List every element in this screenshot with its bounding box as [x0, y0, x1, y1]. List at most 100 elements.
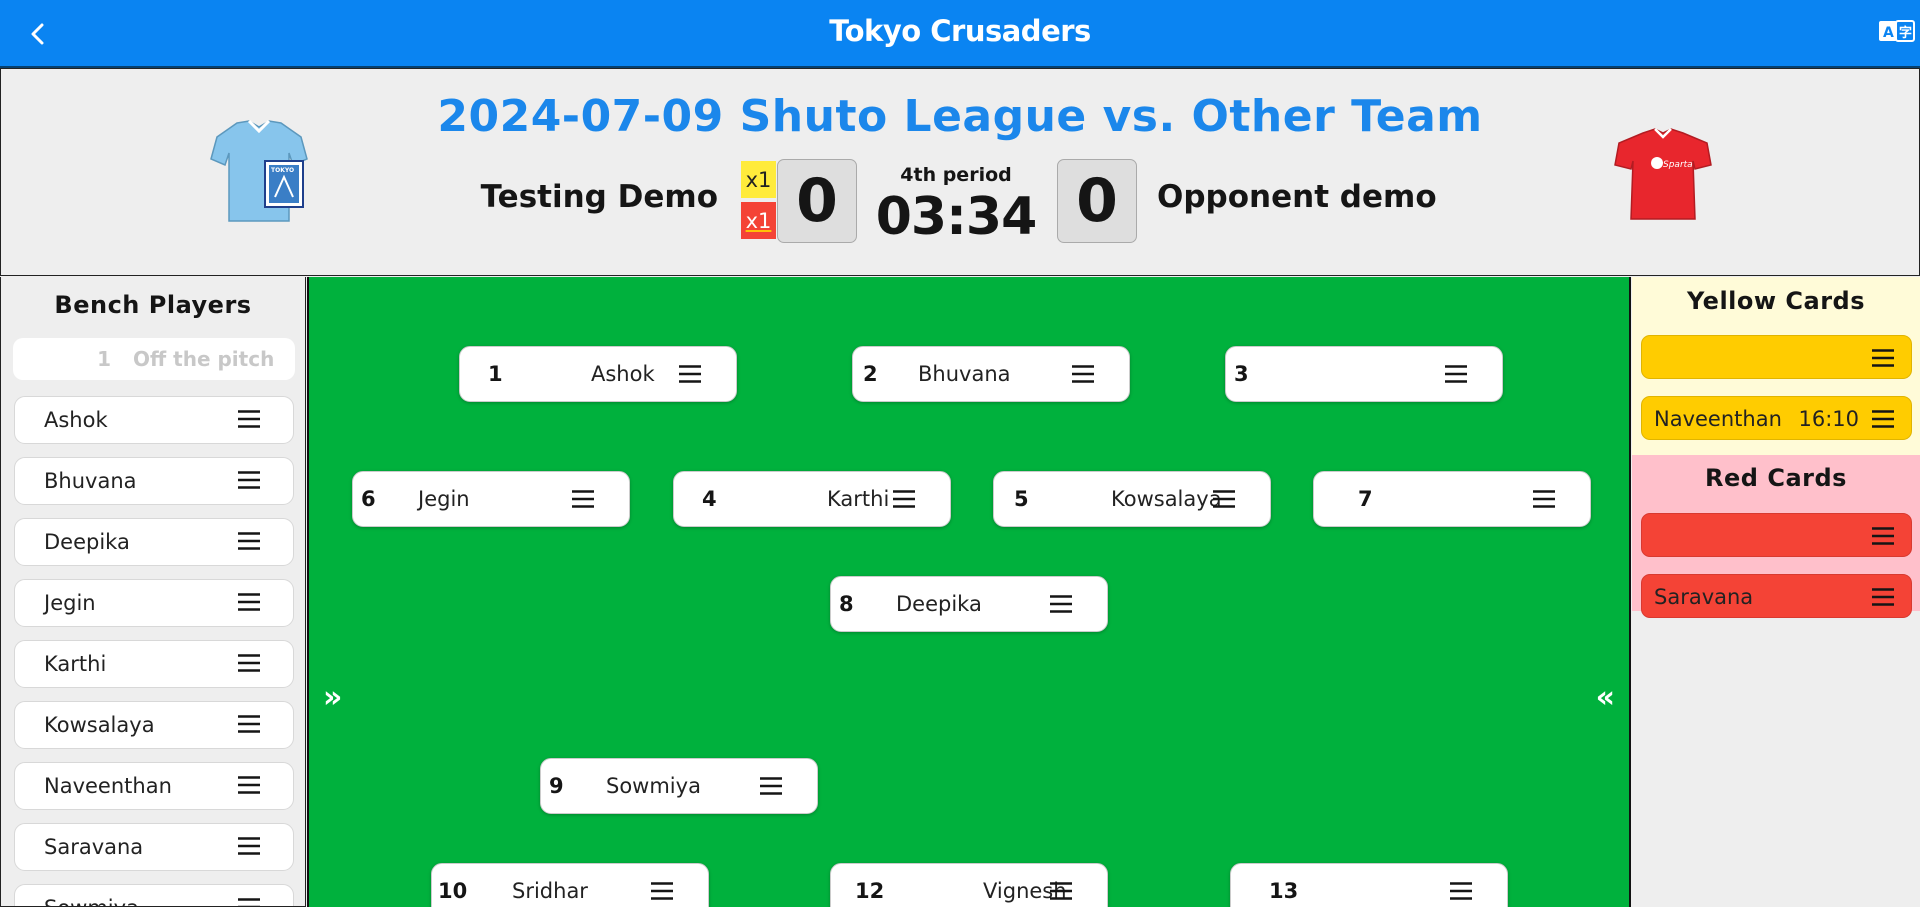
- away-team-name: Opponent demo: [1157, 179, 1437, 215]
- bench-player-item[interactable]: Jegin: [14, 579, 294, 627]
- position-number: 10: [438, 879, 468, 903]
- home-score[interactable]: 0: [777, 159, 857, 243]
- drag-handle-icon[interactable]: [1049, 882, 1073, 900]
- drag-handle-icon[interactable]: [571, 490, 595, 508]
- app-bar: Tokyo Crusaders A 字: [0, 0, 1920, 68]
- home-red-card-count[interactable]: x1: [741, 202, 776, 239]
- position-player-name: Deepika: [896, 592, 982, 616]
- bench-player-name: Jegin: [44, 591, 96, 615]
- position-number: 2: [863, 362, 878, 386]
- pitch-position-slot[interactable]: 5 Kowsalaya: [993, 471, 1271, 527]
- yellow-card-row[interactable]: [1641, 335, 1912, 379]
- drag-handle-icon[interactable]: [237, 410, 261, 428]
- off-pitch-drop-zone[interactable]: 1 Off the pitch: [13, 338, 295, 380]
- drag-handle-icon[interactable]: [237, 654, 261, 672]
- pitch-position-slot[interactable]: 9 Sowmiya: [540, 758, 818, 814]
- drag-handle-icon[interactable]: [1449, 882, 1473, 900]
- drag-handle-icon[interactable]: [1871, 410, 1895, 428]
- away-score[interactable]: 0: [1057, 159, 1137, 243]
- bench-player-name: Kowsalaya: [44, 713, 155, 737]
- red-card-row[interactable]: [1641, 513, 1912, 557]
- drag-handle-icon[interactable]: [1871, 349, 1895, 367]
- red-cards-section: Red Cards Saravana: [1632, 455, 1920, 618]
- translate-icon: A 字: [1879, 20, 1915, 42]
- position-player-name: Kowsalaya: [1111, 487, 1222, 511]
- card-time: 16:10: [1798, 407, 1859, 431]
- pitch[interactable]: 1 Ashok 2 Bhuvana 3 6 Jegin 4 Karthi 5 Kowsalaya 7 8…: [307, 277, 1631, 907]
- svg-text:Sparta: Sparta: [1663, 160, 1693, 170]
- position-number: 5: [1014, 487, 1029, 511]
- bench-player-item[interactable]: Kowsalaya: [14, 701, 294, 749]
- period-label: 4th period: [900, 164, 1012, 186]
- red-card-row[interactable]: Saravana: [1641, 574, 1912, 618]
- pitch-position-slot[interactable]: 4 Karthi: [673, 471, 951, 527]
- bench-player-item[interactable]: Deepika: [14, 518, 294, 566]
- match-header: TOKYO 2024-07-09 Shuto League vs. Other …: [0, 68, 1920, 276]
- drag-handle-icon[interactable]: [237, 776, 261, 794]
- position-number: 7: [1358, 487, 1373, 511]
- carded-player-name: Saravana: [1654, 585, 1754, 609]
- bench-player-item[interactable]: Naveenthan: [14, 762, 294, 810]
- translate-button[interactable]: A 字: [1878, 18, 1918, 46]
- svg-text:A: A: [1883, 25, 1894, 41]
- drag-handle-icon[interactable]: [650, 882, 674, 900]
- bench-player-name: Bhuvana: [44, 469, 137, 493]
- position-number: 3: [1234, 362, 1249, 386]
- svg-text:字: 字: [1899, 25, 1912, 41]
- home-yellow-card-count[interactable]: x1: [741, 161, 776, 198]
- drag-handle-icon[interactable]: [1049, 595, 1073, 613]
- position-player-name: Sridhar: [512, 879, 588, 903]
- pitch-position-slot[interactable]: 12 Vignesh: [830, 863, 1108, 907]
- pitch-position-slot[interactable]: 13: [1230, 863, 1508, 907]
- drag-handle-icon[interactable]: [1071, 365, 1095, 383]
- pitch-position-slot[interactable]: 10 Sridhar: [431, 863, 709, 907]
- bench-panel: Bench Players 1 Off the pitch Ashok Bhuva…: [0, 277, 306, 907]
- position-number: 1: [488, 362, 503, 386]
- bench-player-item[interactable]: Karthi: [14, 640, 294, 688]
- drag-handle-icon[interactable]: [237, 532, 261, 550]
- position-player-name: Bhuvana: [918, 362, 1011, 386]
- drag-handle-icon[interactable]: [237, 471, 261, 489]
- position-player-name: Jegin: [418, 487, 470, 511]
- away-jersey-icon: Sparta: [1614, 128, 1712, 220]
- drag-handle-icon[interactable]: [237, 837, 261, 855]
- pitch-position-slot[interactable]: 8 Deepika: [830, 576, 1108, 632]
- drag-handle-icon[interactable]: [1444, 365, 1468, 383]
- drag-handle-icon[interactable]: [892, 490, 916, 508]
- position-number: 6: [361, 487, 376, 511]
- yellow-cards-section: Yellow Cards Naveenthan 16:10: [1632, 277, 1920, 455]
- bench-player-item[interactable]: Bhuvana: [14, 457, 294, 505]
- drag-handle-icon[interactable]: [678, 365, 702, 383]
- drag-handle-icon[interactable]: [237, 715, 261, 733]
- expand-right-button[interactable]: »: [323, 683, 342, 713]
- bench-player-item[interactable]: Ashok: [14, 396, 294, 444]
- position-number: 13: [1269, 879, 1299, 903]
- drag-handle-icon[interactable]: [237, 593, 261, 611]
- pitch-position-slot[interactable]: 3: [1225, 346, 1503, 402]
- drag-handle-icon[interactable]: [1871, 527, 1895, 545]
- pitch-position-slot[interactable]: 6 Jegin: [352, 471, 630, 527]
- drag-handle-icon[interactable]: [1532, 490, 1556, 508]
- bench-player-item[interactable]: Saravana: [14, 823, 294, 871]
- bench-player-name: Ashok: [44, 408, 108, 432]
- cards-panel: Yellow Cards Naveenthan 16:10 Red Cards S…: [1632, 277, 1920, 907]
- home-team-name: Testing Demo: [480, 179, 718, 215]
- yellow-cards-title: Yellow Cards: [1686, 287, 1866, 315]
- expand-left-button[interactable]: «: [1596, 683, 1615, 713]
- pitch-position-slot[interactable]: 2 Bhuvana: [852, 346, 1130, 402]
- game-clock[interactable]: 03:34: [871, 187, 1041, 247]
- app-title: Tokyo Crusaders: [829, 14, 1091, 48]
- carded-player-name: Naveenthan: [1654, 407, 1782, 431]
- off-pitch-label: Off the pitch: [133, 347, 275, 371]
- bench-player-name: Saravana: [44, 835, 144, 859]
- drag-handle-icon[interactable]: [1871, 588, 1895, 606]
- yellow-card-row[interactable]: Naveenthan 16:10: [1641, 396, 1912, 440]
- bench-player-name: Naveenthan: [44, 774, 172, 798]
- pitch-position-slot[interactable]: 1 Ashok: [459, 346, 737, 402]
- pitch-position-slot[interactable]: 7: [1313, 471, 1591, 527]
- bench-player-name: Sowmiya: [44, 896, 139, 906]
- drag-handle-icon[interactable]: [759, 777, 783, 795]
- bench-player-item[interactable]: Sowmiya: [14, 884, 294, 907]
- drag-handle-icon[interactable]: [237, 898, 261, 907]
- drag-handle-icon[interactable]: [1212, 490, 1236, 508]
